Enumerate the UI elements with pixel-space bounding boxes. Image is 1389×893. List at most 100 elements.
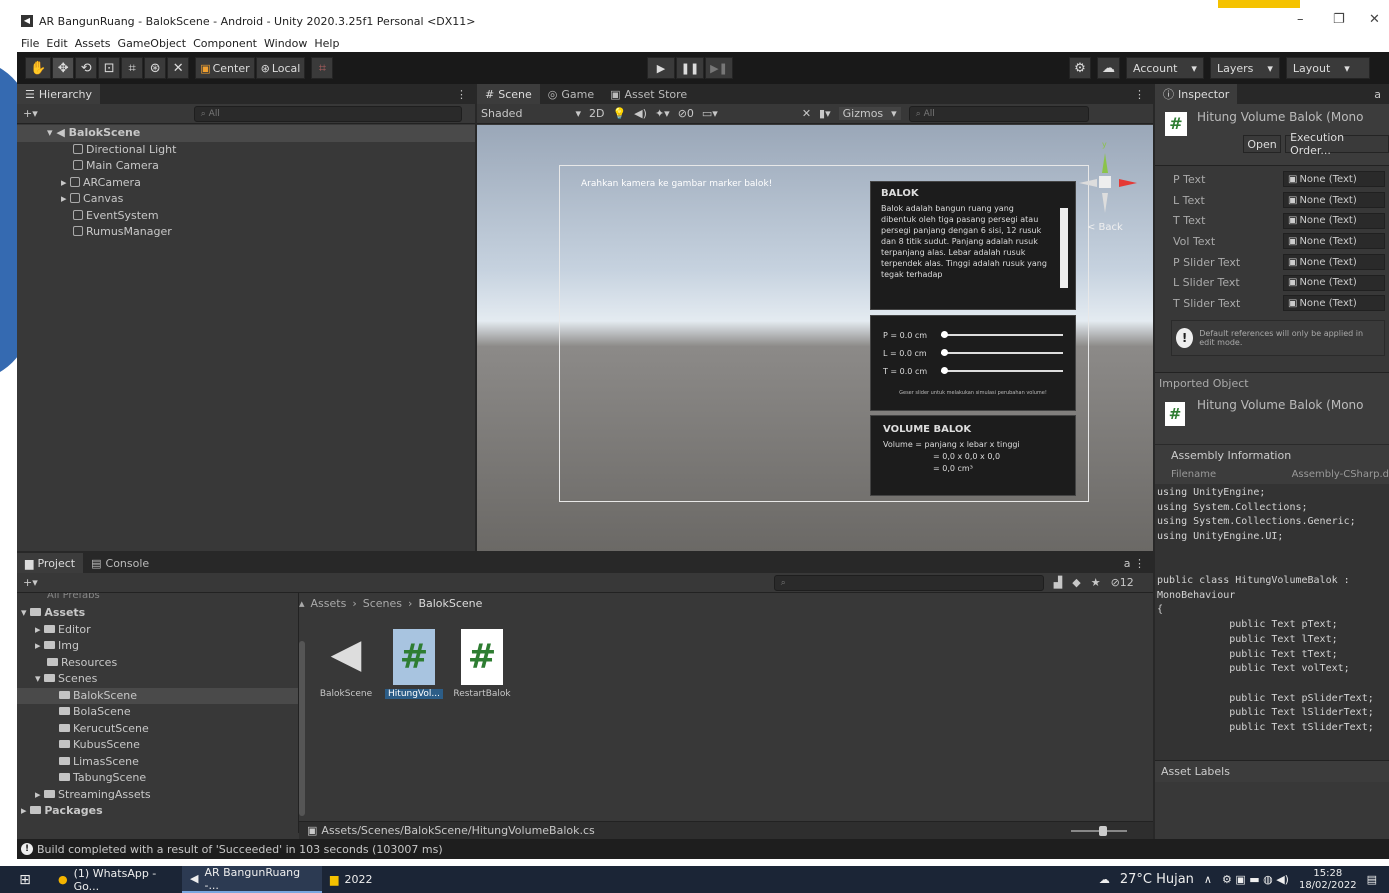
file-item[interactable]: # RestartBalok (453, 629, 511, 699)
tab-project[interactable]: ▆ Project (17, 553, 84, 573)
play-button[interactable]: ▶ (647, 57, 675, 79)
tree-item[interactable]: KubusScene (17, 737, 298, 754)
menu-window[interactable]: Window (264, 37, 307, 50)
tree-item[interactable]: KerucutScene (17, 721, 298, 738)
step-button[interactable]: ▶❚ (705, 57, 733, 79)
lighting-icon[interactable]: 💡 (612, 107, 626, 120)
shading-dropdown[interactable]: Shaded ▾ (481, 107, 581, 120)
lock-icon[interactable]: ⋮ (456, 88, 467, 101)
render-icon[interactable]: ▮▾ (819, 107, 831, 120)
lock-icon[interactable]: a ⋮ (1124, 557, 1145, 570)
taskbar-app-folder[interactable]: ▆ 2022 (322, 866, 412, 893)
tray-chevron-icon[interactable]: ∧ (1204, 873, 1212, 886)
tree-item[interactable]: ▸ StreamingAssets (17, 787, 298, 804)
weather-text[interactable]: 27°C Hujan (1120, 872, 1194, 887)
restore-button[interactable]: ❐ (1333, 12, 1345, 27)
tree-item[interactable]: TabungScene (17, 770, 298, 787)
tree-item[interactable]: ▸ Img (17, 638, 298, 655)
breadcrumb-item[interactable]: BalokScene (418, 597, 482, 610)
gizmos-dropdown[interactable]: Gizmos ▾ (838, 107, 901, 120)
add-icon[interactable]: +▾ (23, 107, 38, 120)
object-field[interactable]: ▣ None (Text) (1283, 233, 1385, 250)
tree-item[interactable]: ▸ Editor (17, 622, 298, 639)
breadcrumb-item[interactable]: Assets (311, 597, 347, 610)
object-field[interactable]: ▣ None (Text) (1283, 254, 1385, 271)
hierarchy-search-input[interactable]: ⌕ All (193, 105, 462, 122)
project-search-input[interactable]: ⌕ (773, 574, 1044, 591)
slider-handle[interactable] (941, 331, 948, 338)
close-button[interactable]: ✕ (1369, 12, 1380, 27)
account-dropdown[interactable]: Account ▾ (1126, 57, 1204, 79)
tab-inspector[interactable]: ⓘ Inspector (1155, 84, 1238, 104)
layout-dropdown[interactable]: Layout ▾ (1285, 57, 1370, 79)
object-field[interactable]: ▣ None (Text) (1283, 212, 1385, 229)
tab-asset-store[interactable]: ▣ Asset Store (602, 84, 695, 104)
hand-tool-icon[interactable]: ✋ (25, 57, 52, 79)
scene-viewport[interactable]: Arahkan kamera ke gambar marker balok! <… (477, 125, 1153, 551)
open-button[interactable]: Open (1243, 135, 1282, 153)
menu-help[interactable]: Help (314, 37, 339, 50)
slider-t[interactable] (941, 367, 1063, 374)
audio-icon[interactable]: ◀) (634, 107, 647, 120)
move-tool-icon[interactable]: ✥ (52, 57, 75, 79)
add-icon[interactable]: +▾ (23, 576, 38, 589)
tree-item[interactable]: ▾ Scenes (17, 671, 298, 688)
file-item[interactable]: ◀ BalokScene (317, 629, 375, 699)
object-field[interactable]: ▣ None (Text) (1283, 274, 1385, 291)
slider-p[interactable] (941, 331, 1063, 338)
hierarchy-item[interactable]: ▸ Canvas (17, 191, 475, 208)
toggle-2d-button[interactable]: 2D (589, 107, 604, 120)
minimize-button[interactable]: – (1297, 12, 1304, 27)
filter-label-icon[interactable]: ◆ (1072, 576, 1080, 589)
status-message[interactable]: Build completed with a result of 'Succee… (37, 843, 443, 856)
object-field[interactable]: ▣ None (Text) (1283, 171, 1385, 188)
custom-tool-icon[interactable]: ✕ (167, 57, 190, 79)
tab-hierarchy[interactable]: ☰ Hierarchy (17, 84, 101, 104)
layers-dropdown[interactable]: Layers ▾ (1209, 57, 1280, 79)
taskbar-app-whatsapp[interactable]: ● (1) WhatsApp - Go... (50, 866, 182, 893)
breadcrumb-toggle-icon[interactable]: ▴ (299, 597, 305, 610)
slider-handle[interactable] (941, 349, 948, 356)
slider-l[interactable] (941, 349, 1063, 356)
scene-search-input[interactable]: ⌕ All (908, 105, 1089, 122)
tree-item[interactable]: LimasScene (17, 754, 298, 771)
orientation-gizmo[interactable]: y (1075, 133, 1145, 223)
hierarchy-item[interactable]: EventSystem (17, 208, 475, 225)
info-scrollbar[interactable] (1060, 208, 1068, 288)
notification-icon[interactable]: ▤ (1367, 873, 1377, 886)
collab-icon[interactable]: ⚙ (1069, 57, 1091, 79)
execution-order-button[interactable]: Execution Order... (1285, 131, 1389, 157)
clock[interactable]: 15:28 18/02/2022 (1299, 868, 1357, 892)
back-button[interactable]: < Back (1087, 222, 1123, 233)
tab-console[interactable]: ▤ Console (83, 553, 157, 573)
tree-item[interactable]: ▾ Assets (17, 605, 298, 622)
snap-grid-icon[interactable]: ⌗ (311, 57, 334, 79)
pause-button[interactable]: ❚❚ (676, 57, 704, 79)
hierarchy-item[interactable]: RumusManager (17, 224, 475, 241)
hidden-packages-icon[interactable]: ⊘12 (1111, 576, 1134, 589)
tree-item[interactable]: BolaScene (17, 704, 298, 721)
more-icon[interactable]: ⋮ (1134, 88, 1145, 101)
slider-handle[interactable] (941, 367, 948, 374)
menu-edit[interactable]: Edit (46, 37, 67, 50)
tree-item[interactable]: ▸ Packages (17, 803, 298, 820)
tree-item-all-prefabs[interactable]: All Prefabs (17, 593, 298, 605)
tree-item[interactable]: BalokScene (17, 687, 298, 704)
hierarchy-item[interactable]: Main Camera (17, 158, 475, 175)
taskbar-app-unity[interactable]: ◀ AR BangunRuang -... (182, 866, 322, 893)
slider-handle[interactable] (1099, 825, 1107, 836)
object-field[interactable]: ▣ None (Text) (1283, 295, 1385, 312)
pivot-center-button[interactable]: ▣ Center (195, 57, 255, 79)
tab-scene[interactable]: # Scene (477, 84, 540, 104)
file-item[interactable]: # HitungVol... (385, 629, 443, 699)
favorite-icon[interactable]: ★ (1091, 576, 1101, 589)
menu-file[interactable]: File (21, 37, 39, 50)
tray-icons[interactable]: ⚙ ▣ ▬ ◍ ◀) (1222, 873, 1289, 886)
rect-tool-icon[interactable]: ⌗ (121, 57, 144, 79)
menu-assets[interactable]: Assets (75, 37, 111, 50)
lock-icon[interactable]: a (1374, 88, 1381, 101)
breadcrumb-item[interactable]: Scenes (363, 597, 402, 610)
transform-tool-icon[interactable]: ⊛ (144, 57, 167, 79)
tab-game[interactable]: ◎ Game (540, 84, 602, 104)
menu-gameobject[interactable]: GameObject (118, 37, 187, 50)
